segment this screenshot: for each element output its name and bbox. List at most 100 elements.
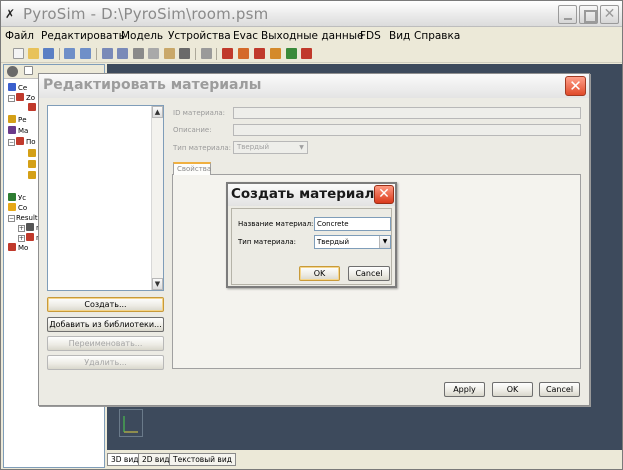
toolbar-separator — [96, 48, 97, 60]
material-id-label: ID материала: — [173, 109, 226, 117]
maximize-button[interactable] — [579, 5, 598, 24]
axis-svg — [123, 416, 138, 433]
tree-item-icon — [26, 233, 34, 241]
pyrosim-main-window: ✗ PyroSim - D:\PyroSim\room.psm ✕ Файл Р… — [0, 0, 623, 470]
menu-help[interactable]: Справка — [414, 30, 460, 42]
chevron-down-icon[interactable]: ▼ — [379, 236, 390, 248]
expand-icon[interactable]: − — [8, 139, 15, 146]
material-name-input[interactable] — [314, 217, 391, 231]
menu-view[interactable]: Вид — [389, 30, 410, 42]
menu-bar: Файл Редактировать Модель Устройства Eva… — [1, 28, 622, 45]
tree-item-icon — [28, 160, 36, 168]
paste-icon[interactable] — [164, 48, 175, 59]
menu-model[interactable]: Модель — [121, 30, 163, 42]
create-dialog-body: Название материал: Тип материала: Тверды… — [231, 208, 392, 285]
tree-item-icon — [8, 203, 16, 211]
material-type-label: Тип материала: — [238, 238, 296, 246]
menu-devices[interactable]: Устройства — [168, 30, 231, 42]
new-file-icon[interactable] — [13, 48, 24, 59]
cancel-button[interactable]: Cancel — [539, 382, 580, 397]
app-title: PyroSim - D:\PyroSim\room.psm — [23, 5, 269, 23]
undo-icon[interactable] — [102, 48, 113, 59]
cut-icon[interactable] — [133, 48, 144, 59]
tree-item-icon — [16, 137, 24, 145]
menu-edit[interactable]: Редактировать — [41, 30, 125, 42]
tree-item-icon — [16, 93, 24, 101]
import-icon[interactable] — [64, 48, 75, 59]
run-icon[interactable] — [301, 48, 312, 59]
view-tab-bar: 3D вид 2D вид Текстовый вид — [107, 451, 622, 468]
material-name-label: Название материал: — [238, 220, 314, 228]
tree-item-icon — [26, 223, 34, 231]
material-type-label: Тип материала: — [173, 144, 231, 152]
toolbar — [1, 45, 622, 63]
scroll-up-icon[interactable]: ▲ — [152, 106, 163, 118]
material-type-select: Твердый ▼ — [233, 141, 308, 154]
create-cancel-button[interactable]: Cancel — [348, 266, 390, 281]
tree-item-icon — [28, 171, 36, 179]
expand-icon[interactable]: − — [8, 215, 15, 222]
menu-evac[interactable]: Evac — [233, 30, 258, 42]
material-type-select[interactable]: Твердый ▼ — [314, 235, 391, 249]
create-dialog-title: Создать материал — [231, 186, 375, 202]
edit-dialog-close-button[interactable]: ✕ — [565, 76, 586, 96]
tree-view-icon[interactable] — [7, 66, 18, 77]
delete-icon[interactable] — [179, 48, 190, 59]
redo-icon[interactable] — [117, 48, 128, 59]
rename-button[interactable]: Переименовать... — [47, 336, 164, 351]
delete-button[interactable]: Удалить... — [47, 355, 164, 370]
menu-file[interactable]: Файл — [5, 30, 34, 42]
expand-icon[interactable]: + — [18, 225, 25, 232]
tree-item-icon — [8, 126, 16, 134]
properties-icon[interactable] — [201, 48, 212, 59]
close-icon: ✕ — [378, 186, 390, 202]
tree-item-icon — [28, 149, 36, 157]
material-icon[interactable] — [270, 48, 281, 59]
materials-list[interactable]: ▲ ▼ — [47, 105, 164, 291]
menu-output[interactable]: Выходные данные — [261, 30, 364, 42]
surface-icon[interactable] — [238, 48, 249, 59]
open-folder-icon[interactable] — [28, 48, 39, 59]
export-icon[interactable] — [80, 48, 91, 59]
create-ok-button[interactable]: OK — [299, 266, 340, 281]
copy-icon[interactable] — [148, 48, 159, 59]
collapse-icon[interactable] — [24, 66, 33, 75]
toolbar-separator — [216, 48, 217, 60]
scroll-down-icon[interactable]: ▼ — [152, 278, 163, 290]
tree-item-icon — [8, 193, 16, 201]
mesh-icon[interactable] — [222, 48, 233, 59]
add-from-library-button[interactable]: Добавить из библиотеки... — [47, 317, 164, 332]
menu-fds[interactable]: FDS — [360, 30, 381, 42]
chevron-down-icon: ▼ — [299, 144, 304, 151]
axis-orientation-icon — [119, 409, 143, 437]
close-icon: ✕ — [603, 6, 616, 22]
tree-item-icon — [28, 103, 36, 111]
description-field — [233, 124, 581, 136]
expand-icon[interactable]: − — [8, 95, 15, 102]
create-material-dialog: Создать материал ✕ Название материал: Ти… — [226, 182, 397, 288]
pyrosim-logo-icon: ✗ — [5, 7, 16, 21]
materials-list-scrollbar[interactable]: ▲ ▼ — [151, 106, 163, 290]
toolbar-separator — [195, 48, 196, 60]
reaction-icon[interactable] — [254, 48, 265, 59]
save-icon[interactable] — [43, 48, 54, 59]
close-window-button[interactable]: ✕ — [600, 5, 619, 24]
tree-item-icon — [8, 243, 16, 251]
expand-icon[interactable]: + — [18, 235, 25, 242]
edit-dialog-title: Редактировать материалы — [43, 77, 262, 93]
tab-properties[interactable]: Свойства — [173, 162, 211, 175]
toolbar-separator — [59, 48, 60, 60]
tab-text-view[interactable]: Текстовый вид — [169, 453, 236, 466]
material-id-field — [233, 107, 581, 119]
create-material-button[interactable]: Создать... — [47, 297, 164, 312]
description-label: Описание: — [173, 126, 212, 134]
create-dialog-close-button[interactable]: ✕ — [374, 185, 394, 204]
apply-button[interactable]: Apply — [444, 382, 485, 397]
create-dialog-title-bar: Создать материал ✕ — [228, 184, 395, 206]
edit-dialog-title-bar: Редактировать материалы ✕ — [39, 74, 589, 98]
ok-button[interactable]: OK — [492, 382, 533, 397]
title-bar: ✗ PyroSim - D:\PyroSim\room.psm ✕ — [1, 1, 622, 27]
tree-item-icon — [8, 83, 16, 91]
minimize-button[interactable] — [558, 5, 577, 24]
device-icon[interactable] — [286, 48, 297, 59]
